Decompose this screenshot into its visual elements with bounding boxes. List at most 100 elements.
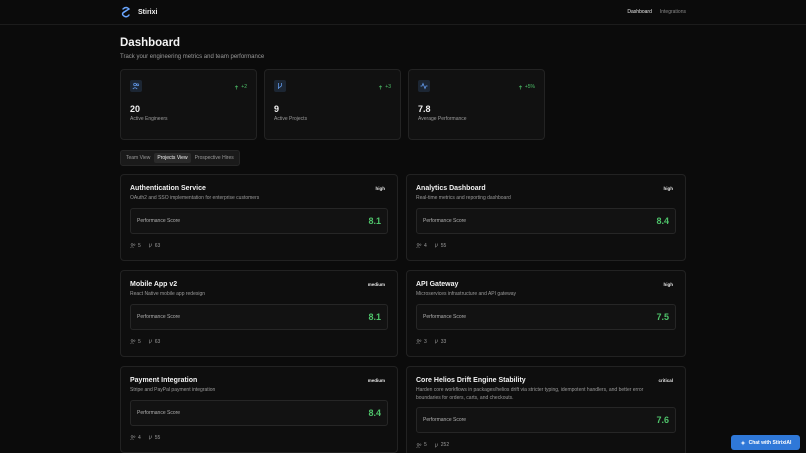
project-card[interactable]: Payment Integration medium Stripe and Pa… xyxy=(120,366,398,453)
tab-team-view[interactable]: Team View xyxy=(123,153,153,163)
project-title: Mobile App v2 xyxy=(130,281,178,288)
project-description: Stripe and PayPal payment integration xyxy=(130,387,216,393)
project-meta: 5 252 xyxy=(416,442,676,448)
stats-row: +2 20 Active Engineers +3 9 Active Proje… xyxy=(120,69,686,140)
commit-count: 63 xyxy=(154,242,161,249)
project-description: OAuth2 and SSO implementation for enterp… xyxy=(130,195,260,201)
stat-card-engineers: +2 20 Active Engineers xyxy=(120,69,257,140)
stat-delta-value: +2 xyxy=(241,84,247,90)
project-title: Core Helios Drift Engine Stability xyxy=(416,377,526,384)
stirixi-logo-icon xyxy=(121,6,131,18)
performance-score-value: 8.1 xyxy=(368,215,381,226)
stat-delta-value: +3 xyxy=(385,84,391,90)
users-icon xyxy=(416,442,422,448)
users-icon xyxy=(130,80,142,92)
project-title: Analytics Dashboard xyxy=(416,185,486,192)
nav-integrations[interactable]: Integrations xyxy=(660,9,686,15)
stat-value: 7.8 xyxy=(418,104,431,114)
view-tabs: Team View Projects View Prospective Hire… xyxy=(120,150,240,166)
main-content: Dashboard Track your engineering metrics… xyxy=(120,37,686,453)
performance-score-value: 7.5 xyxy=(656,311,669,322)
git-commit-icon xyxy=(149,435,152,440)
member-count: 4 xyxy=(424,242,427,249)
performance-score-label: Performance Score xyxy=(423,217,467,224)
member-count: 4 xyxy=(138,434,141,441)
project-card[interactable]: Authentication Service high OAuth2 and S… xyxy=(120,174,398,261)
git-commit-icon xyxy=(435,339,438,344)
main-nav: Dashboard Integrations xyxy=(627,9,686,15)
arrow-up-icon xyxy=(235,84,239,89)
commit-count: 55 xyxy=(440,242,447,249)
performance-score-box: Performance Score 8.1 xyxy=(130,207,388,234)
performance-score-label: Performance Score xyxy=(137,217,181,224)
priority-badge: high xyxy=(663,186,674,191)
priority-badge: medium xyxy=(367,378,385,383)
sparkle-icon xyxy=(740,440,746,445)
performance-score-label: Performance Score xyxy=(137,409,181,416)
performance-score-value: 8.4 xyxy=(368,407,381,418)
project-description: Real-time metrics and reporting dashboar… xyxy=(416,195,511,201)
performance-score-label: Performance Score xyxy=(137,313,181,320)
git-commit-icon xyxy=(149,339,152,344)
performance-score-box: Performance Score 8.4 xyxy=(416,207,676,234)
stat-card-performance: +5% 7.8 Average Performance xyxy=(408,69,545,140)
projects-grid: Authentication Service high OAuth2 and S… xyxy=(120,174,686,453)
stat-card-projects: +3 9 Active Projects xyxy=(264,69,401,140)
users-icon xyxy=(416,243,422,248)
tab-projects-view[interactable]: Projects View xyxy=(154,153,191,163)
performance-score-label: Performance Score xyxy=(423,313,467,320)
project-meta: 3 33 xyxy=(416,339,676,345)
priority-badge: high xyxy=(663,282,674,287)
project-card[interactable]: Core Helios Drift Engine Stability criti… xyxy=(406,366,686,453)
stat-delta: +5% xyxy=(518,84,535,90)
stat-value: 20 xyxy=(130,104,141,114)
git-commit-icon xyxy=(149,243,152,248)
page-subtitle: Track your engineering metrics and team … xyxy=(120,54,265,60)
priority-badge: critical xyxy=(658,378,673,383)
stat-value: 9 xyxy=(274,104,280,114)
performance-score-value: 8.1 xyxy=(368,311,381,322)
performance-score-box: Performance Score 8.1 xyxy=(130,303,388,330)
brand-name: Stirixi xyxy=(138,8,158,16)
stat-label: Average Performance xyxy=(418,116,467,122)
tab-prospective-hires[interactable]: Prospective Hires xyxy=(192,153,237,163)
performance-score-label: Performance Score xyxy=(423,417,467,423)
member-count: 5 xyxy=(138,338,141,345)
project-meta: 5 63 xyxy=(130,243,388,249)
commit-count: 252 xyxy=(440,442,450,448)
users-icon xyxy=(130,435,136,440)
priority-badge: medium xyxy=(367,282,385,287)
chat-with-ai-button[interactable]: Chat with StirixiAI xyxy=(731,435,800,450)
priority-badge: high xyxy=(375,186,386,191)
stat-label: Active Projects xyxy=(274,116,308,122)
project-description: Microservices infrastructure and API gat… xyxy=(416,291,517,297)
member-count: 5 xyxy=(424,442,427,448)
commit-count: 33 xyxy=(440,338,447,345)
performance-score-box: Performance Score 7.6 xyxy=(416,407,676,433)
users-icon xyxy=(130,339,136,344)
performance-score-value: 8.4 xyxy=(656,215,669,226)
stat-label: Active Engineers xyxy=(130,116,168,122)
project-title: API Gateway xyxy=(416,281,459,288)
top-nav-bar: Stirixi Dashboard Integrations xyxy=(0,0,806,25)
users-icon xyxy=(130,243,136,248)
git-branch-icon xyxy=(274,80,286,92)
arrow-up-icon xyxy=(518,84,523,89)
chat-button-label: Chat with StirixiAI xyxy=(748,439,792,446)
member-count: 5 xyxy=(138,242,141,249)
project-meta: 4 55 xyxy=(130,435,388,441)
project-meta: 4 55 xyxy=(416,243,676,249)
project-description: React Native mobile app redesign xyxy=(130,291,206,297)
project-card[interactable]: Mobile App v2 medium React Native mobile… xyxy=(120,270,398,357)
project-card[interactable]: Analytics Dashboard high Real-time metri… xyxy=(406,174,686,261)
brand[interactable]: Stirixi xyxy=(121,6,157,18)
git-commit-icon xyxy=(435,443,438,447)
project-title: Payment Integration xyxy=(130,377,198,384)
performance-score-box: Performance Score 8.4 xyxy=(130,399,388,426)
project-card[interactable]: API Gateway high Microservices infrastru… xyxy=(406,270,686,357)
stat-delta: +3 xyxy=(378,84,391,90)
project-title: Authentication Service xyxy=(130,185,206,192)
project-meta: 5 63 xyxy=(130,339,388,345)
commit-count: 63 xyxy=(154,338,161,345)
nav-dashboard[interactable]: Dashboard xyxy=(627,9,651,15)
